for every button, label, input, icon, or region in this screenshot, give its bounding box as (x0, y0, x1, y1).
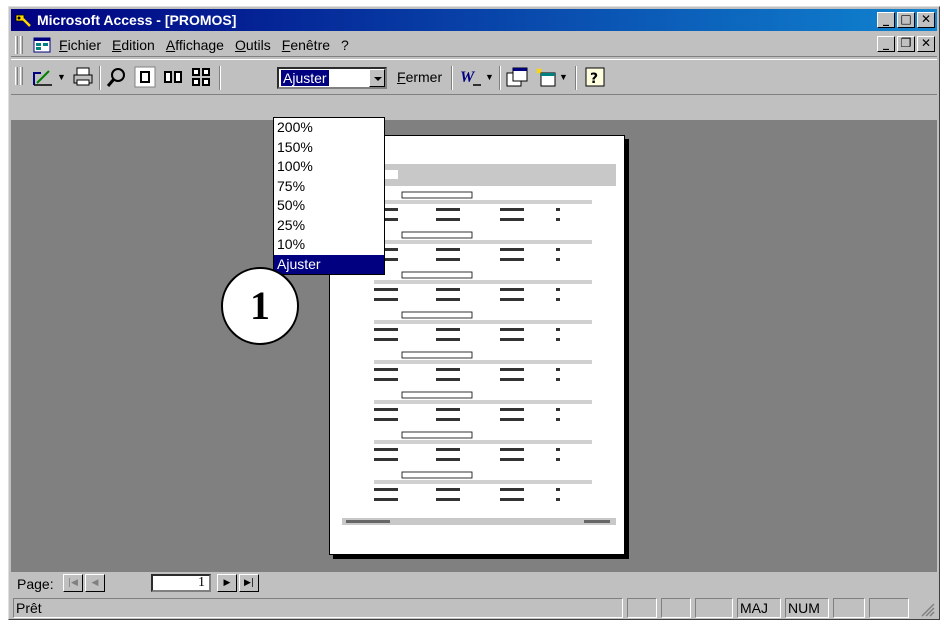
doc-restore-button[interactable]: ❐ (897, 36, 915, 52)
status-bar: Prêt MAJ NUM (11, 597, 937, 619)
doc-minimize-button[interactable]: _ (877, 36, 895, 52)
resize-grip-icon[interactable] (919, 601, 935, 617)
office-links-dropdown-icon[interactable]: ▼ (485, 72, 494, 82)
zoom-option-150[interactable]: 150% (274, 138, 384, 158)
doc-close-button[interactable]: ✕ (917, 36, 935, 52)
menu-grip-2 (20, 36, 23, 54)
print-preview-toolbar: ▼ Ajuster Fermer W ▼ ▼ ? (11, 59, 937, 95)
status-panel-4 (833, 598, 865, 618)
report-window-icon[interactable] (33, 36, 51, 54)
toolbar-grip[interactable] (15, 67, 18, 85)
zoom-option-75[interactable]: 75% (274, 177, 384, 197)
status-text: Prêt (13, 598, 623, 618)
maximize-button[interactable]: □ (897, 12, 915, 28)
menu-grip[interactable] (15, 36, 18, 54)
toolbar-separator-2 (219, 66, 221, 90)
page-label: Page: (17, 576, 54, 592)
menu-help[interactable]: ? (341, 37, 349, 53)
zoom-option-25[interactable]: 25% (274, 216, 384, 236)
status-panel-5 (869, 598, 909, 618)
zoom-dropdown-button[interactable] (369, 69, 385, 87)
next-page-button[interactable]: ▶ (217, 574, 237, 592)
zoom-value: Ajuster (281, 70, 329, 86)
access-window: Microsoft Access - [PROMOS] _ □ ✕ Fichie… (8, 6, 940, 620)
step-callout: 1 (221, 267, 299, 345)
close-preview-button[interactable]: Fermer (397, 69, 442, 85)
zoom-option-10[interactable]: 10% (274, 235, 384, 255)
minimize-button[interactable]: _ (877, 12, 895, 28)
toolbar-separator-4 (499, 66, 501, 90)
toolbar-separator-5 (575, 66, 577, 90)
page-navigation-bar: Page: |◀ ◀ 1 ▶ ▶| (11, 573, 937, 595)
menu-outils[interactable]: Outils (235, 37, 271, 53)
caps-lock-indicator: MAJ (737, 598, 781, 618)
menu-affichage[interactable]: Affichage (166, 37, 224, 53)
zoom-icon[interactable] (105, 65, 129, 89)
access-key-icon (15, 14, 31, 27)
zoom-option-100[interactable]: 100% (274, 157, 384, 177)
status-panel-3 (695, 598, 733, 618)
one-page-icon[interactable] (133, 65, 157, 89)
first-page-button[interactable]: |◀ (63, 574, 83, 592)
toolbar-separator-3 (451, 66, 453, 90)
toolbar-separator (99, 66, 101, 90)
print-icon[interactable] (71, 65, 95, 89)
title-bar[interactable]: Microsoft Access - [PROMOS] _ □ ✕ (11, 9, 937, 31)
svg-text:W: W (460, 69, 476, 86)
database-window-icon[interactable] (505, 65, 529, 89)
menu-fenetre[interactable]: Fenêtre (282, 37, 330, 53)
previous-page-button[interactable]: ◀ (85, 574, 105, 592)
design-view-icon[interactable] (31, 65, 55, 89)
page-number-field[interactable]: 1 (151, 574, 211, 592)
menu-fichier[interactable]: Fichier (59, 37, 101, 53)
design-view-dropdown-icon[interactable]: ▼ (57, 72, 66, 82)
close-button[interactable]: ✕ (917, 12, 935, 28)
zoom-option-ajuster[interactable]: Ajuster (274, 254, 384, 274)
new-object-dropdown-icon[interactable]: ▼ (559, 72, 568, 82)
zoom-combo[interactable]: Ajuster (277, 67, 387, 89)
menu-edition[interactable]: Edition (112, 37, 155, 53)
svg-text:?: ? (590, 71, 598, 87)
help-icon[interactable]: ? (583, 65, 607, 89)
zoom-option-50[interactable]: 50% (274, 196, 384, 216)
status-panel-1 (627, 598, 657, 618)
preview-workspace (11, 120, 937, 572)
status-panel-2 (661, 598, 691, 618)
last-page-button[interactable]: ▶| (239, 574, 259, 592)
office-links-icon[interactable]: W (459, 65, 483, 89)
multiple-pages-icon[interactable] (189, 65, 213, 89)
new-object-icon[interactable] (533, 65, 557, 89)
window-title: Microsoft Access - [PROMOS] (37, 12, 237, 28)
num-lock-indicator: NUM (785, 598, 829, 618)
toolbar-grip-2 (20, 67, 23, 85)
two-pages-icon[interactable] (161, 65, 185, 89)
zoom-options-list[interactable]: 200% 150% 100% 75% 50% 25% 10% Ajuster (273, 117, 385, 275)
zoom-option-200[interactable]: 200% (274, 118, 384, 138)
menu-bar: Fichier Edition Affichage Outils Fenêtre… (11, 33, 937, 57)
